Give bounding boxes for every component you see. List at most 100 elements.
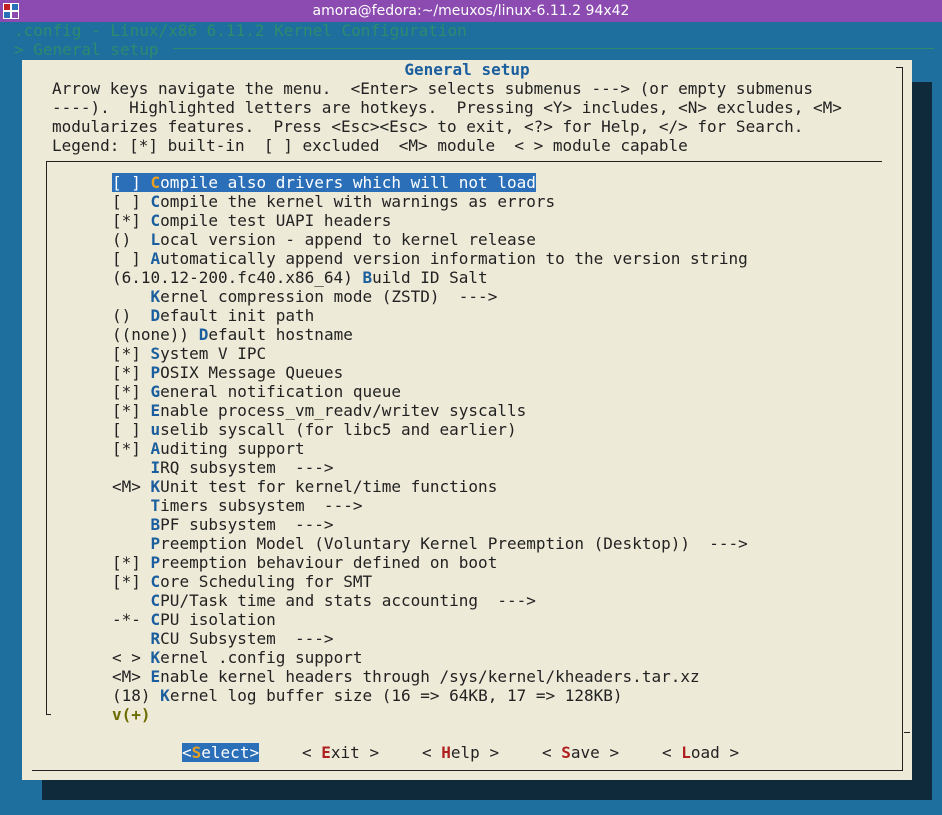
menu-item[interactable]: < > Kernel .config support: [112, 648, 362, 667]
help-line: Legend: [*] built-in [ ] excluded <M> mo…: [52, 136, 688, 155]
menu-item[interactable]: [*] Compile test UAPI headers: [112, 211, 391, 230]
help-button[interactable]: < Help >: [422, 743, 499, 762]
menu-item-hotkey: P: [150, 534, 161, 553]
menu-item-prefix: [112, 629, 151, 648]
window-title: amora@fedora:~/meuxos/linux-6.11.2 94x42: [312, 3, 630, 19]
menu-item[interactable]: [*] General notification queue: [112, 382, 401, 401]
select-button[interactable]: <Select>: [182, 743, 260, 762]
menu-item-prefix: [ ]: [112, 249, 151, 268]
button-hotkey: E: [321, 743, 331, 762]
menu-border-left: [46, 161, 47, 715]
menu-item-hotkey: D: [198, 325, 209, 344]
menu-item-hotkey: G: [150, 382, 161, 401]
button-bracket: <: [542, 743, 562, 762]
menu-item[interactable]: CPU/Task time and stats accounting --->: [112, 591, 536, 610]
menu-item[interactable]: [ ] Compile also drivers which will not …: [112, 173, 536, 192]
menu-item-label: imers subsystem --->: [160, 496, 363, 515]
button-bracket: <: [662, 743, 682, 762]
menu-item[interactable]: [*] Preemption behaviour defined on boot: [112, 553, 497, 572]
menu-item[interactable]: [ ] Compile the kernel with warnings as …: [112, 192, 555, 211]
save-button[interactable]: < Save >: [542, 743, 619, 762]
menu-item-label: reemption Model (Voluntary Kernel Preemp…: [160, 534, 748, 553]
button-bracket: <: [422, 743, 442, 762]
button-label: oad >: [690, 743, 740, 762]
menu-item[interactable]: Kernel compression mode (ZSTD) --->: [112, 287, 498, 306]
menu-item-hotkey: E: [150, 401, 161, 420]
menu-item[interactable]: [*] POSIX Message Queues: [112, 363, 343, 382]
menu-item-hotkey: B: [150, 515, 161, 534]
menu-item-label: selib syscall (for libc5 and earlier): [160, 420, 517, 439]
menu-item[interactable]: RCU Subsystem --->: [112, 629, 334, 648]
menu-item[interactable]: ((none)) Default hostname: [112, 325, 353, 344]
menu-item[interactable]: IRQ subsystem --->: [112, 458, 334, 477]
menu-border-top: [46, 161, 882, 162]
menu-item[interactable]: Preemption Model (Voluntary Kernel Preem…: [112, 534, 748, 553]
menu-item[interactable]: BPF subsystem --->: [112, 515, 334, 534]
menu-item[interactable]: [*] Core Scheduling for SMT: [112, 572, 372, 591]
menu-item-label: CU Subsystem --->: [160, 629, 334, 648]
menu-item-prefix: [*]: [112, 401, 151, 420]
menu-item-prefix: <M>: [112, 667, 151, 686]
menu-item[interactable]: (6.10.12-200.fc40.x86_64) Build ID Salt: [112, 268, 488, 287]
menu-item-hotkey: K: [150, 287, 161, 306]
menu-item-hotkey: K: [160, 686, 170, 705]
menu-item-hotkey: R: [150, 629, 161, 648]
window-titlebar: amora@fedora:~/meuxos/linux-6.11.2 94x42: [0, 0, 942, 22]
menu-item-prefix: [*]: [112, 553, 151, 572]
menu-item[interactable]: () Default init path: [112, 306, 314, 325]
menu-item-prefix: [112, 287, 151, 306]
menu-item-prefix: (18): [112, 686, 161, 705]
menu-item-label: ernel .config support: [160, 648, 363, 667]
menu-item-hotkey: T: [150, 496, 161, 515]
menu-item-prefix: ((none)): [112, 325, 199, 344]
menu-item-label: ystem V IPC: [160, 344, 267, 363]
button-hotkey: S: [561, 743, 571, 762]
breadcrumb-rule: [173, 48, 934, 49]
menu-item-label: utomatically append version information …: [160, 249, 748, 268]
menu-item-hotkey: E: [150, 667, 161, 686]
menu-item-prefix: [112, 458, 151, 477]
menu-item-label: PF subsystem --->: [160, 515, 334, 534]
menu-item-hotkey: C: [150, 173, 161, 192]
menu-item-label: ernel log buffer size (16 => 64KB, 17 =>…: [169, 686, 623, 705]
dialog-border-right: [902, 67, 903, 771]
menu-item-prefix: [112, 496, 151, 515]
menu-item-hotkey: C: [150, 192, 161, 211]
menu-item-hotkey: C: [150, 211, 161, 230]
menu-item[interactable]: [*] Enable process_vm_readv/writev sysca…: [112, 401, 526, 420]
button-label: elp >: [450, 743, 500, 762]
menu-item[interactable]: () Local version - append to kernel rele…: [112, 230, 536, 249]
menu-item[interactable]: -*- CPU isolation: [112, 610, 276, 629]
menu-item-hotkey: K: [150, 648, 161, 667]
menu-item-prefix: -*-: [112, 610, 151, 629]
menu-item-label: nable process_vm_readv/writev syscalls: [160, 401, 527, 420]
menu-item-hotkey: A: [150, 439, 161, 458]
dialog-title: General setup: [404, 60, 530, 79]
menu-item[interactable]: [ ] Automatically append version informa…: [112, 249, 748, 268]
help-line: modularizes features. Press <Esc><Esc> t…: [52, 117, 804, 136]
menu-item-hotkey: D: [150, 306, 161, 325]
menu-item[interactable]: Timers subsystem --->: [112, 496, 363, 515]
menu-item-label: ore Scheduling for SMT: [160, 572, 373, 591]
dialog-border-tick: [904, 732, 910, 733]
menu-item-prefix: (6.10.12-200.fc40.x86_64): [112, 268, 363, 287]
menu-item[interactable]: <M> KUnit test for kernel/time functions: [112, 477, 497, 496]
button-hotkey: S: [191, 743, 202, 762]
menu-item-hotkey: u: [150, 420, 161, 439]
menu-item-prefix: [ ]: [112, 192, 151, 211]
menu-item-label: uditing support: [160, 439, 305, 458]
menu-item[interactable]: [*] Auditing support: [112, 439, 305, 458]
menu-item-label: ompile also drivers which will not load: [160, 173, 536, 192]
menu-item[interactable]: <M> Enable kernel headers through /sys/k…: [112, 667, 700, 686]
menu-item[interactable]: (18) Kernel log buffer size (16 => 64KB,…: [112, 686, 623, 705]
button-hotkey: H: [441, 743, 451, 762]
load-button[interactable]: < Load >: [662, 743, 739, 762]
menu-item-prefix: [*]: [112, 382, 151, 401]
menu-item-hotkey: B: [362, 268, 373, 287]
button-hotkey: L: [681, 743, 691, 762]
menu-item-label: ompile the kernel with warnings as error…: [160, 192, 556, 211]
menu-item[interactable]: [*] System V IPC: [112, 344, 266, 363]
button-label: elect>: [201, 743, 260, 762]
menu-item[interactable]: [ ] uselib syscall (for libc5 and earlie…: [112, 420, 517, 439]
exit-button[interactable]: < Exit >: [302, 743, 379, 762]
